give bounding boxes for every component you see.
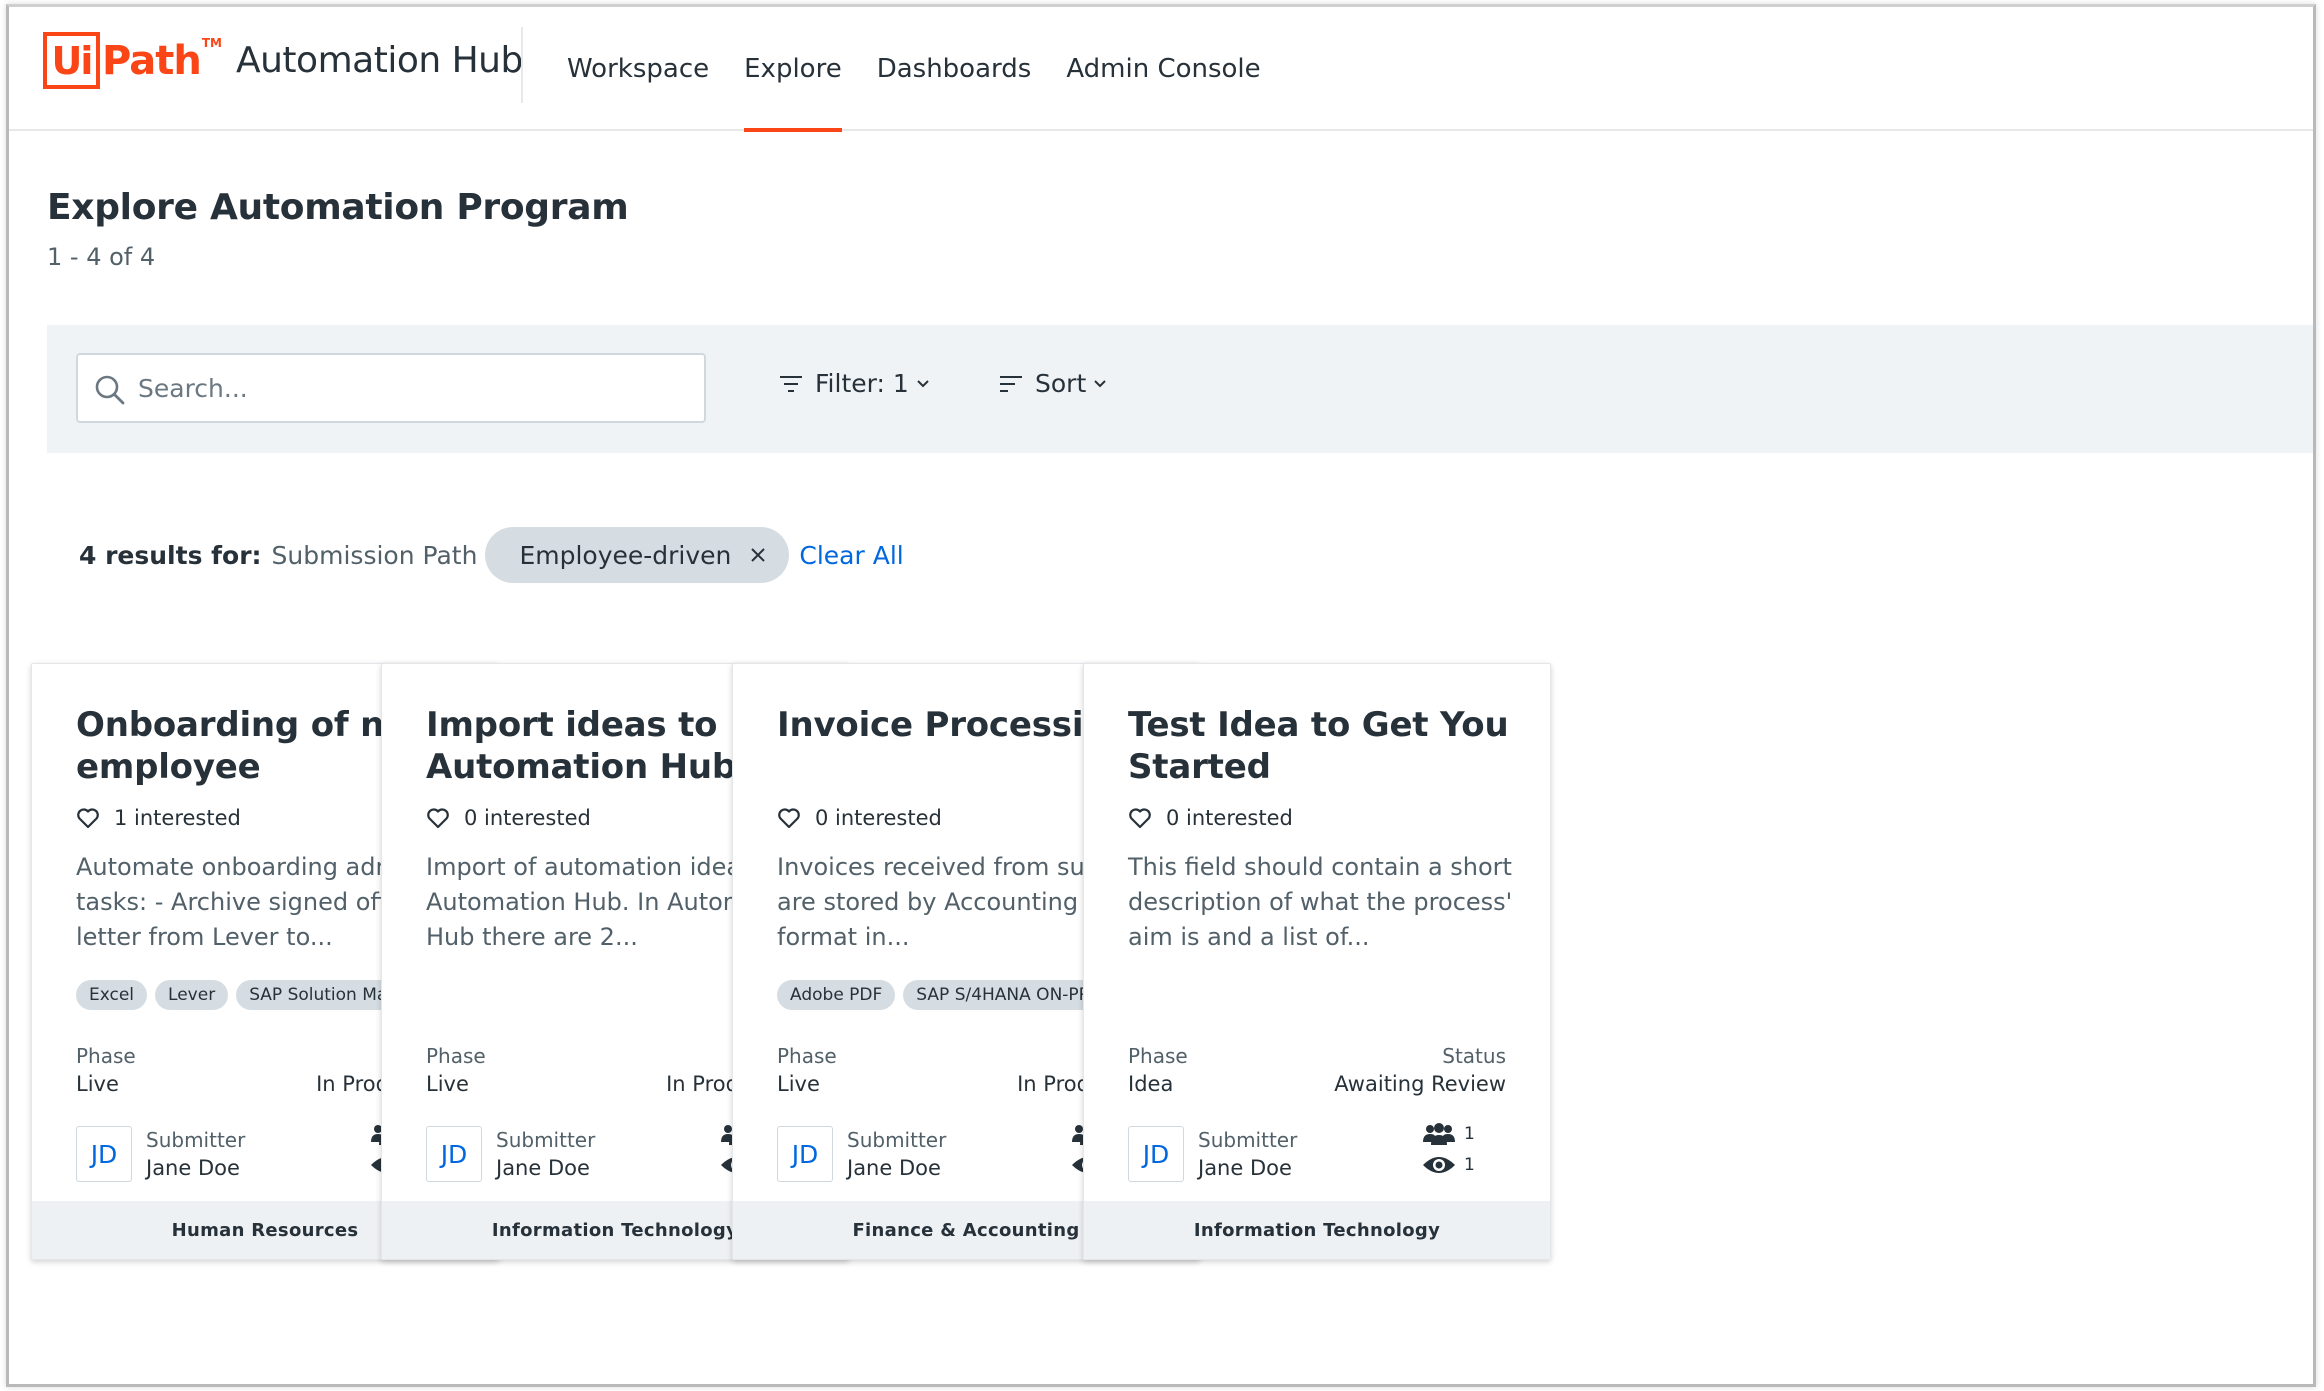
tab-explore[interactable]: Explore — [744, 7, 842, 132]
submitter-label: Submitter — [847, 1128, 947, 1152]
submitter-label: Submitter — [146, 1128, 246, 1152]
submitter-label: Submitter — [496, 1128, 596, 1152]
chevron-down-icon — [917, 379, 929, 387]
chevron-down-icon — [1094, 379, 1106, 387]
interest-count: 1 interested — [114, 806, 241, 830]
sort-icon — [1000, 375, 1022, 392]
tag-chip[interactable]: Adobe PDF — [777, 980, 896, 1010]
card-interest: 0 interested — [1128, 806, 1293, 830]
collaborators-stat: 1 — [1422, 1122, 1475, 1146]
collaborators-count: 1 — [1464, 1124, 1475, 1144]
filter-icon — [780, 375, 802, 392]
card-tags — [1128, 980, 1524, 1014]
status-value: Awaiting Review — [1334, 1072, 1506, 1096]
sort-button[interactable]: Sort — [999, 369, 1108, 398]
submitter-name: Jane Doe — [496, 1156, 590, 1180]
idea-card[interactable]: Test Idea to Get You Started 0 intereste… — [1083, 663, 1551, 1260]
phase-label: Phase — [426, 1044, 486, 1068]
views-count: 1 — [1464, 1155, 1475, 1175]
card-title[interactable]: Test Idea to Get You Started — [1128, 704, 1528, 788]
avatar[interactable]: JD — [426, 1126, 482, 1182]
tab-dashboards[interactable]: Dashboards — [877, 7, 1032, 131]
search-icon — [95, 375, 125, 405]
phase-label: Phase — [777, 1044, 837, 1068]
page-result-count: 1 - 4 of 4 — [47, 243, 156, 271]
heart-icon[interactable] — [426, 807, 450, 829]
heart-icon[interactable] — [1128, 807, 1152, 829]
heart-icon[interactable] — [777, 807, 801, 829]
results-count: 4 results for: — [79, 540, 262, 570]
filter-chip-label: Employee-driven — [519, 540, 732, 570]
phase-value: Live — [777, 1072, 820, 1096]
card-interest: 1 interested — [76, 806, 241, 830]
tag-chip[interactable]: Lever — [155, 980, 229, 1010]
main-nav: Workspace Explore Dashboards Admin Conso… — [567, 7, 1296, 132]
card-description: This field should contain a short descri… — [1128, 853, 1513, 951]
people-icon — [1423, 1123, 1455, 1145]
status-label: Status — [1442, 1044, 1506, 1068]
tab-workspace[interactable]: Workspace — [567, 7, 709, 131]
explore-toolbar: Filter: 1 Sort — [47, 325, 2313, 453]
app-window: Ui Path TM Automation Hub Workspace Expl… — [6, 4, 2316, 1387]
filter-label: Filter: 1 — [815, 369, 909, 398]
interest-count: 0 interested — [464, 806, 591, 830]
close-icon[interactable] — [749, 546, 767, 564]
phase-value: Idea — [1128, 1072, 1174, 1096]
heart-icon[interactable] — [76, 807, 100, 829]
interest-count: 0 interested — [815, 806, 942, 830]
filter-button[interactable]: Filter: 1 — [779, 369, 931, 398]
avatar[interactable]: JD — [1128, 1126, 1184, 1182]
card-interest: 0 interested — [426, 806, 591, 830]
views-stat: 1 — [1422, 1154, 1475, 1176]
top-header: Ui Path TM Automation Hub Workspace Expl… — [9, 7, 2313, 132]
filter-chip: Employee-driven — [485, 527, 790, 583]
card-interest: 0 interested — [777, 806, 942, 830]
phase-value: Live — [426, 1072, 469, 1096]
search-input[interactable] — [138, 373, 688, 403]
search-box[interactable] — [76, 353, 706, 423]
submitter-name: Jane Doe — [847, 1156, 941, 1180]
uipath-logo[interactable]: Ui Path TM Automation Hub — [43, 32, 523, 89]
results-filter-field: Submission Path — [271, 540, 478, 570]
tag-chip[interactable]: Excel — [76, 980, 148, 1010]
page-title: Explore Automation Program — [47, 187, 629, 228]
results-summary: 4 results for: Submission Path Employee-… — [79, 527, 904, 583]
card-department: Information Technology — [1084, 1201, 1550, 1259]
eye-icon — [1423, 1157, 1455, 1173]
logo-trademark: TM — [201, 36, 222, 50]
logo-path-text: Path — [102, 37, 202, 84]
logo-ui-box: Ui — [43, 32, 100, 89]
clear-all-link[interactable]: Clear All — [799, 541, 903, 570]
phase-label: Phase — [76, 1044, 136, 1068]
sort-label: Sort — [1035, 369, 1087, 398]
avatar[interactable]: JD — [777, 1126, 833, 1182]
interest-count: 0 interested — [1166, 806, 1293, 830]
phase-value: Live — [76, 1072, 119, 1096]
tab-admin-console[interactable]: Admin Console — [1066, 7, 1260, 131]
submitter-name: Jane Doe — [1198, 1156, 1292, 1180]
submitter-label: Submitter — [1198, 1128, 1298, 1152]
header-divider — [521, 27, 523, 103]
submitter-name: Jane Doe — [146, 1156, 240, 1180]
avatar[interactable]: JD — [76, 1126, 132, 1182]
product-name: Automation Hub — [235, 40, 523, 81]
phase-label: Phase — [1128, 1044, 1188, 1068]
